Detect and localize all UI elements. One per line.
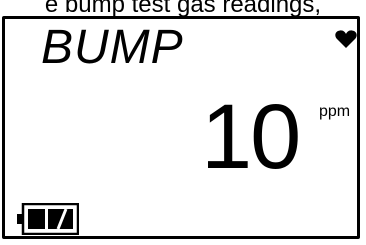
heart-icon	[335, 30, 357, 48]
gas-reading-value: 10	[201, 86, 301, 188]
mode-label: BUMP	[41, 21, 184, 74]
battery-icon	[17, 203, 79, 235]
reading-unit: ppm	[319, 103, 351, 120]
device-display: BUMP 10 ppm	[2, 16, 360, 239]
